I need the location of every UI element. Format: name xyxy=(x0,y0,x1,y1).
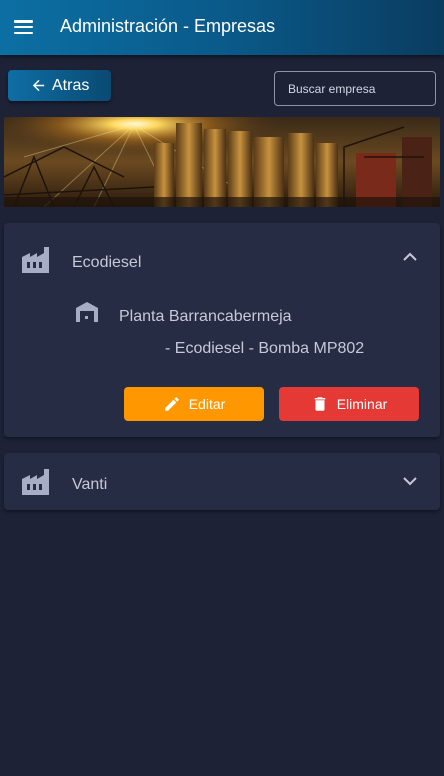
app-bar: Administración - Empresas xyxy=(0,0,444,55)
trash-icon xyxy=(314,397,325,411)
edit-button[interactable]: Editar xyxy=(124,387,264,421)
banner-image xyxy=(4,117,440,207)
company-card-ecodiesel: Ecodiesel Planta Barrancabermeja - Ecodi… xyxy=(4,223,440,437)
company-header-ecodiesel[interactable]: Ecodiesel xyxy=(4,223,440,280)
chevron-up-icon[interactable] xyxy=(403,252,417,262)
company-name: Ecodiesel xyxy=(72,254,142,271)
factory-icon xyxy=(22,247,49,273)
back-button-label: Atras xyxy=(52,76,90,94)
hamburger-menu-icon[interactable] xyxy=(14,18,34,36)
pencil-icon xyxy=(164,397,179,411)
warehouse-icon xyxy=(76,302,98,322)
company-header-vanti[interactable]: Vanti xyxy=(4,453,440,510)
company-card-vanti: Vanti xyxy=(4,453,440,510)
search-input[interactable] xyxy=(274,71,436,106)
plant-name: Planta Barrancabermeja xyxy=(119,308,292,325)
chevron-down-icon[interactable] xyxy=(403,476,417,486)
page-title: Administración - Empresas xyxy=(60,16,276,36)
delete-button[interactable]: Eliminar xyxy=(279,387,419,421)
factory-icon xyxy=(22,469,49,495)
company-name: Vanti xyxy=(72,476,108,493)
arrow-left-icon xyxy=(32,79,45,92)
edit-button-label: Editar xyxy=(188,396,226,412)
delete-button-label: Eliminar xyxy=(336,396,388,412)
plant-detail: - Ecodiesel - Bomba MP802 xyxy=(165,340,365,357)
back-button[interactable]: Atras xyxy=(8,70,111,101)
